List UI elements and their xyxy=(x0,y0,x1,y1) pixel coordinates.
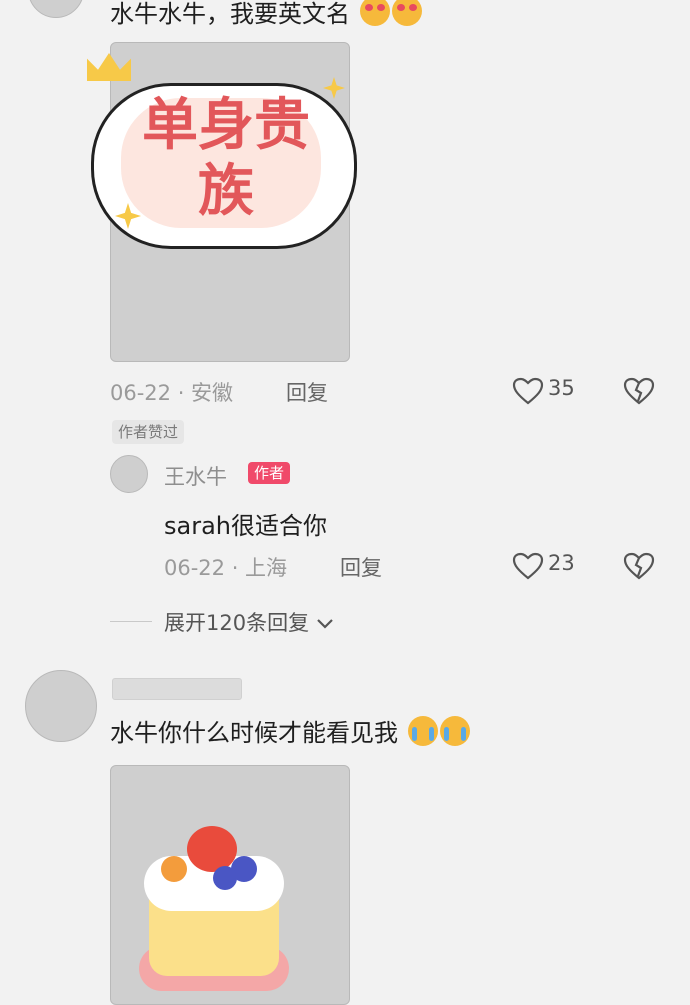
comment-text: 水牛水牛，我要英文名 xyxy=(110,0,422,30)
comment-text: 水牛你什么时候才能看见我 xyxy=(110,716,470,749)
avatar[interactable] xyxy=(28,0,84,18)
crying-emoji-icon xyxy=(439,716,470,746)
author-badge: 作者 xyxy=(248,462,291,484)
heart-icon xyxy=(512,377,544,405)
expand-replies-label: 展开120条回复 xyxy=(164,611,310,635)
sticker-text: 单身贵族 xyxy=(142,93,310,224)
author-liked-badge: 作者赞过 xyxy=(112,420,185,444)
reply-text: sarah很适合你 xyxy=(164,512,327,540)
comment-text-content: 水牛你什么时候才能看见我 xyxy=(110,719,398,747)
sparkle-icon xyxy=(323,77,345,99)
reply-username[interactable]: 王水牛 xyxy=(164,461,227,491)
crown-icon xyxy=(87,53,131,81)
reply-meta: 06-22 · 上海 xyxy=(164,556,288,580)
heart-icon xyxy=(512,552,544,580)
cake-sticker-icon xyxy=(139,826,289,1001)
crying-emoji-icon xyxy=(407,716,438,746)
comment-meta: 06-22 · 安徽 xyxy=(110,381,234,405)
broken-heart-icon[interactable] xyxy=(623,552,655,580)
like-button[interactable]: 35 xyxy=(512,375,582,407)
username-pixelated[interactable] xyxy=(112,678,242,700)
divider xyxy=(110,621,152,622)
heart-eyes-emoji-icon xyxy=(359,0,390,26)
like-count: 23 xyxy=(548,551,575,575)
heart-eyes-emoji-icon xyxy=(391,0,422,26)
reply-button[interactable]: 回复 xyxy=(340,552,382,582)
comment-text-content: 水牛水牛，我要英文名 xyxy=(110,0,350,28)
comment-image[interactable]: 单身贵族 xyxy=(87,42,357,362)
broken-heart-icon[interactable] xyxy=(623,377,655,405)
like-count: 35 xyxy=(548,376,575,400)
like-button[interactable]: 23 xyxy=(512,550,582,582)
avatar[interactable] xyxy=(110,455,148,493)
avatar[interactable] xyxy=(25,670,97,742)
comment-image[interactable] xyxy=(110,765,350,1005)
reply-button[interactable]: 回复 xyxy=(286,377,328,407)
chevron-down-icon xyxy=(317,619,333,629)
expand-replies-button[interactable]: 展开120条回复 xyxy=(164,607,334,637)
